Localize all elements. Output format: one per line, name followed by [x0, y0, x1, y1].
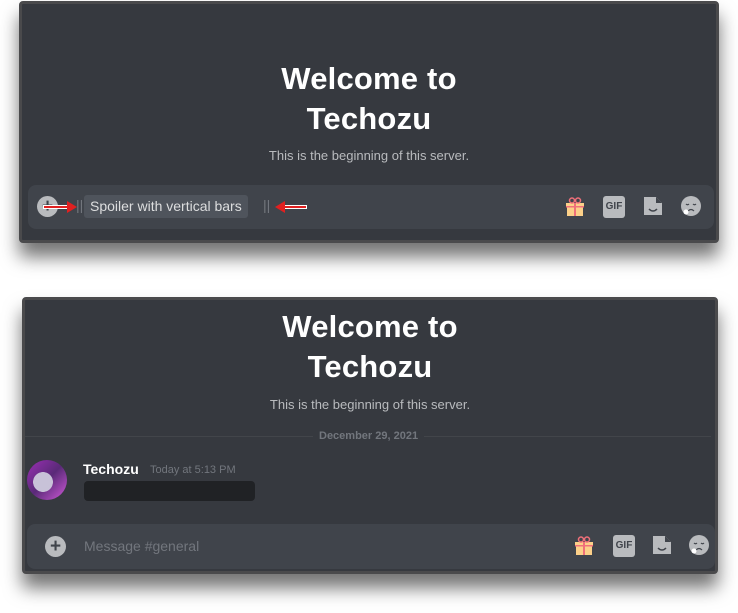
message-username[interactable]: Techozu [83, 461, 139, 477]
spoiler-text[interactable]: Spoiler with vertical bars [84, 195, 248, 218]
message-composer[interactable]: + || Spoiler with vertical bars || GIF [28, 185, 714, 229]
welcome-heading-line2: Techozu [306, 101, 432, 136]
message-input[interactable]: Message #general [84, 538, 199, 554]
welcome-subtitle: This is the beginning of this server. [269, 397, 471, 412]
sticker-icon[interactable] [651, 534, 673, 556]
channel-view-panel: Welcome to Techozu This is the beginning… [22, 297, 718, 574]
gift-icon[interactable] [573, 535, 595, 557]
arrow-left-icon [275, 201, 306, 213]
welcome-subtitle: This is the beginning of this server. [268, 148, 470, 163]
hidden-spoiler-message[interactable] [84, 481, 255, 501]
gif-icon[interactable]: GIF [603, 196, 625, 218]
gift-icon[interactable] [564, 196, 586, 218]
spoiler-open-bars: || [76, 197, 84, 213]
message-composer[interactable]: + Message #general GIF [27, 524, 715, 569]
arrow-right-icon [44, 201, 77, 213]
welcome-heading-line1: Welcome to [281, 61, 457, 96]
gif-icon[interactable]: GIF [613, 535, 635, 557]
emoji-icon[interactable] [688, 534, 710, 556]
message-timestamp: Today at 5:13 PM [150, 464, 236, 476]
welcome-heading-line2: Techozu [307, 349, 433, 384]
spoiler-close-bars: || [263, 197, 271, 213]
attach-plus-icon[interactable]: + [45, 536, 66, 557]
emoji-icon[interactable] [680, 195, 702, 217]
date-divider-label: December 29, 2021 [313, 430, 425, 442]
avatar[interactable] [27, 460, 67, 500]
spoiler-compose-example-panel: Welcome to Techozu This is the beginning… [19, 1, 719, 243]
sticker-icon[interactable] [642, 195, 664, 217]
welcome-heading-line1: Welcome to [282, 309, 458, 344]
